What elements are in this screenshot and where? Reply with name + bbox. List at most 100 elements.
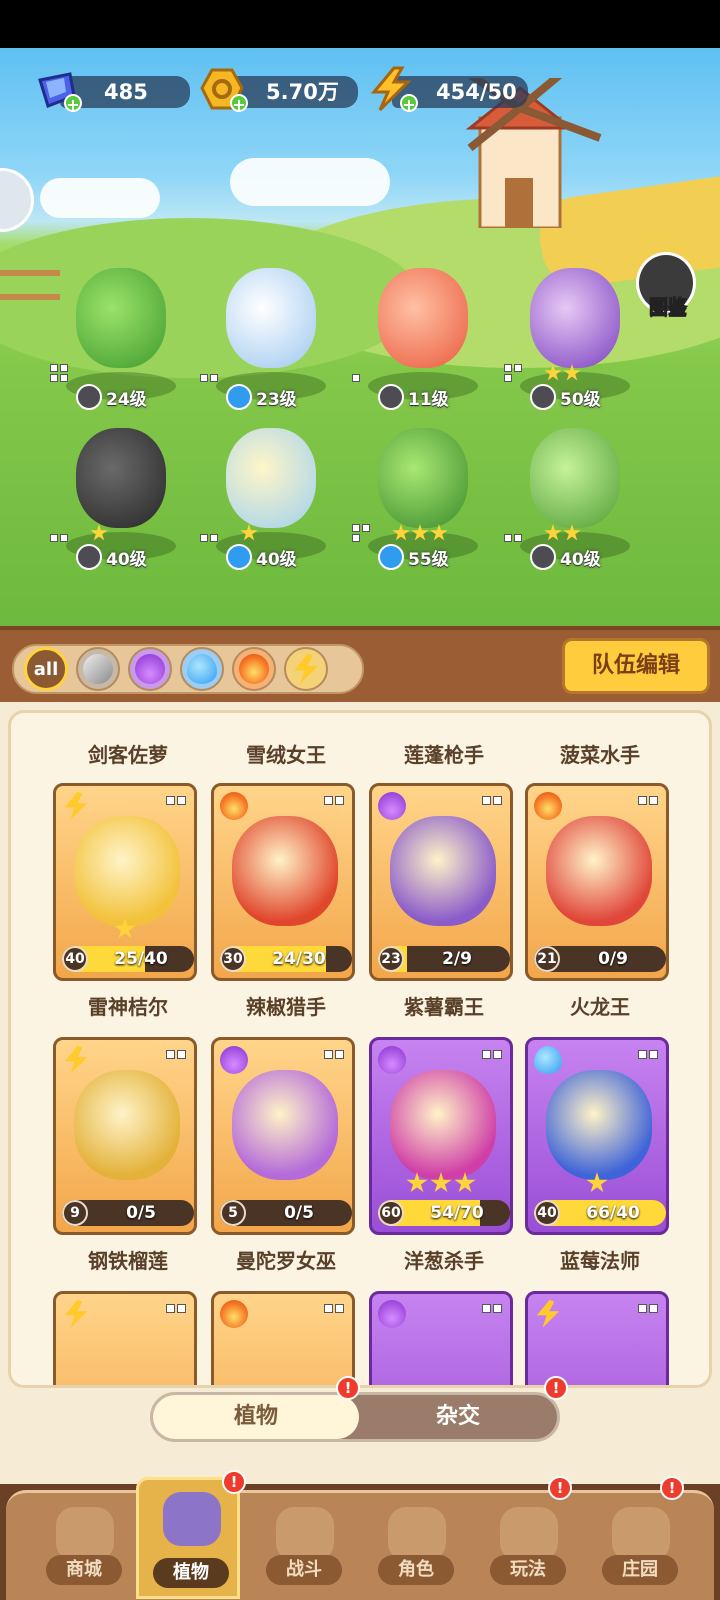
plant-card[interactable] bbox=[53, 1291, 197, 1385]
card-progress: 54/70 bbox=[430, 1203, 484, 1223]
filter-potion-button[interactable] bbox=[128, 647, 172, 691]
progress-bar: 9 0/5 bbox=[62, 1200, 194, 1226]
plant-card[interactable]: 9 0/5 bbox=[53, 1037, 197, 1235]
plants-icon bbox=[163, 1492, 221, 1546]
water-drop-icon bbox=[226, 384, 252, 410]
lineup-hero-4[interactable]: 50级 bbox=[500, 258, 650, 410]
bolt-icon bbox=[64, 1300, 88, 1328]
filter-lightning-button[interactable] bbox=[284, 647, 328, 691]
hero-level: 55级 bbox=[408, 549, 449, 570]
hero-level: 40级 bbox=[560, 549, 601, 570]
plant-card[interactable]: 30 24/30 bbox=[211, 783, 355, 981]
card-progress: 24/30 bbox=[272, 949, 326, 969]
plant-card[interactable]: 21 0/9 bbox=[525, 783, 669, 981]
card-name: 雪绒女王 bbox=[246, 743, 326, 767]
potion-icon bbox=[378, 1300, 406, 1328]
plant-card[interactable]: 40 66/40 bbox=[525, 1037, 669, 1235]
card-scroll-area[interactable]: 剑客佐萝 雪绒女王 莲蓬枪手 菠菜水手 40 25/40 雷神桔尔 30 24/30 辣椒… bbox=[8, 710, 712, 1388]
tab-hybrid[interactable]: 杂交 bbox=[359, 1395, 557, 1439]
lineup-hero-2[interactable]: 23级 bbox=[196, 258, 346, 410]
card-level: 30 bbox=[220, 946, 246, 972]
gem-amount: 485 bbox=[104, 80, 148, 104]
plant-card[interactable]: 60 54/70 bbox=[369, 1037, 513, 1235]
plant-card[interactable] bbox=[369, 1291, 513, 1385]
tab-plants[interactable]: 植物 bbox=[153, 1395, 359, 1439]
plant-card[interactable]: 5 0/5 bbox=[211, 1037, 355, 1235]
plant-card[interactable]: 23 2/9 bbox=[369, 783, 513, 981]
hero-level: 23级 bbox=[256, 389, 297, 410]
fire-icon bbox=[220, 1300, 248, 1328]
slot-pips bbox=[166, 796, 186, 805]
nav-label: 庄园 bbox=[602, 1555, 678, 1585]
progress-bar: 40 25/40 bbox=[62, 946, 194, 972]
gameplay-icon bbox=[500, 1507, 558, 1561]
plant-portrait bbox=[390, 1070, 496, 1180]
lineup-hero-6[interactable]: 40级 bbox=[196, 418, 346, 570]
star-icon bbox=[586, 1172, 608, 1193]
slot-pips bbox=[324, 1050, 344, 1059]
sword-icon bbox=[530, 544, 556, 570]
star-icon bbox=[454, 1172, 476, 1193]
nav-shop[interactable]: 商城 bbox=[32, 1503, 136, 1599]
plant-portrait bbox=[390, 816, 496, 926]
fire-icon bbox=[534, 792, 562, 820]
manor-icon bbox=[612, 1507, 670, 1561]
nav-plants[interactable]: 植物 bbox=[136, 1477, 240, 1599]
lightning-icon bbox=[294, 654, 318, 684]
chat-side-button[interactable] bbox=[0, 168, 34, 232]
card-name: 钢铁榴莲 bbox=[88, 1249, 168, 1273]
plant-portrait bbox=[232, 1070, 338, 1180]
lineup-hero-5[interactable]: 40级 bbox=[46, 418, 196, 570]
filter-all-button[interactable]: all bbox=[24, 647, 68, 691]
card-progress: 66/40 bbox=[586, 1203, 640, 1223]
plant-portrait bbox=[546, 1070, 652, 1180]
slot-pips bbox=[482, 796, 502, 805]
potion-icon bbox=[378, 792, 406, 820]
slot-pips bbox=[638, 1050, 658, 1059]
card-progress: 2/9 bbox=[442, 949, 472, 969]
plant-card[interactable] bbox=[525, 1291, 669, 1385]
gem-plus-icon[interactable]: + bbox=[64, 94, 82, 114]
card-level: 60 bbox=[378, 1200, 404, 1226]
alert-badge: ! bbox=[548, 1476, 572, 1500]
bolt-icon bbox=[64, 792, 88, 820]
sword-icon bbox=[530, 384, 556, 410]
lineup-hero-1[interactable]: 24级 bbox=[46, 258, 196, 410]
card-progress: 25/40 bbox=[114, 949, 168, 969]
windmill-icon bbox=[276, 1507, 334, 1561]
energy-amount: 454/50 bbox=[436, 80, 517, 104]
nav-battle[interactable]: 战斗 bbox=[252, 1503, 356, 1599]
slot-pips bbox=[482, 1050, 502, 1059]
gold-amount: 5.70万 bbox=[266, 80, 339, 104]
progress-bar: 40 66/40 bbox=[534, 1200, 666, 1226]
card-name: 辣椒猎手 bbox=[246, 995, 326, 1019]
plant-card[interactable]: 40 25/40 bbox=[53, 783, 197, 981]
star-icon bbox=[430, 1172, 452, 1193]
fire-icon bbox=[220, 792, 248, 820]
lineup-hero-3[interactable]: 11级 bbox=[348, 258, 498, 410]
nav-label: 战斗 bbox=[266, 1555, 342, 1585]
nav-manor[interactable]: 庄园 bbox=[588, 1503, 692, 1599]
filter-sword-button[interactable] bbox=[76, 647, 120, 691]
lineup-hero-8[interactable]: 40级 bbox=[500, 418, 650, 570]
lineup-hero-7[interactable]: 55级 bbox=[348, 418, 498, 570]
card-level: 9 bbox=[62, 1200, 88, 1226]
nav-label: 商城 bbox=[46, 1555, 122, 1585]
star-icon bbox=[406, 1172, 428, 1193]
team-edit-button[interactable]: 队伍编辑 bbox=[562, 638, 710, 694]
progress-bar: 60 54/70 bbox=[378, 1200, 510, 1226]
filter-fire-button[interactable] bbox=[232, 647, 276, 691]
cloud bbox=[230, 158, 390, 206]
gold-plus-icon[interactable]: + bbox=[230, 94, 248, 114]
filter-water-button[interactable] bbox=[180, 647, 224, 691]
energy-plus-icon[interactable]: + bbox=[400, 94, 418, 114]
slot-pips bbox=[482, 1304, 502, 1313]
slot-pips bbox=[166, 1050, 186, 1059]
progress-bar: 21 0/9 bbox=[534, 946, 666, 972]
filter-bar: all 队伍编辑 bbox=[0, 626, 720, 702]
nav-gameplay[interactable]: 玩法 bbox=[476, 1503, 580, 1599]
card-level: 5 bbox=[220, 1200, 246, 1226]
water-drop-icon bbox=[187, 654, 217, 684]
nav-character[interactable]: 角色 bbox=[364, 1503, 468, 1599]
plant-card[interactable] bbox=[211, 1291, 355, 1385]
